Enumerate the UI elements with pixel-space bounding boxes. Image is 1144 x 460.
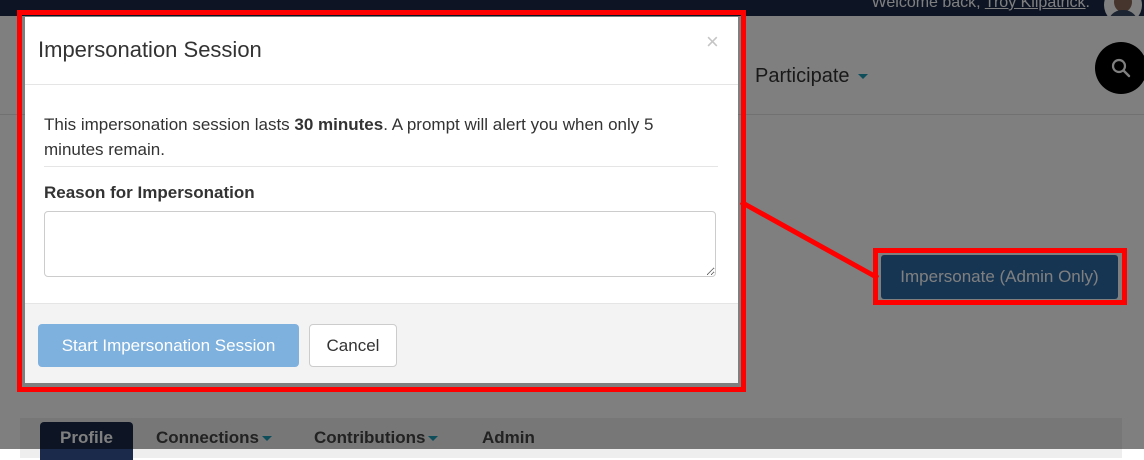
- modal-highlight-box: [17, 10, 746, 392]
- impersonate-highlight-box: [873, 248, 1127, 305]
